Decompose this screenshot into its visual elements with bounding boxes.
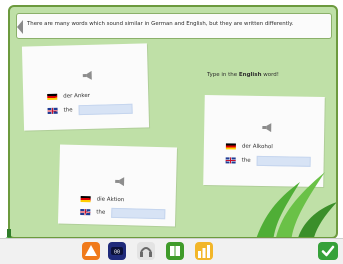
check-button[interactable] [318,242,338,260]
type-english-prompt: Type in the English word! [207,72,279,78]
clock-button[interactable]: 00 [108,242,126,260]
warning-button[interactable] [82,242,100,260]
german-flag-icon [47,93,58,101]
word-card-anker: der Anker the [21,43,150,131]
english-row: the [47,103,133,116]
answer-input[interactable] [78,103,133,116]
prompt-after: word! [261,72,279,78]
answer-input[interactable] [111,207,166,220]
instruction-text: There are many words which sound similar… [27,21,294,27]
chart-button[interactable] [195,242,213,260]
german-word: der Alkohol [241,143,273,151]
english-row: the [225,155,311,167]
headphones-button[interactable] [137,242,155,260]
english-prefix: the [63,107,73,114]
svg-text:00: 00 [114,249,120,255]
exercise-board: There are many words which sound similar… [8,5,338,239]
app-root: There are many words which sound similar… [0,0,343,264]
headphones-icon [140,247,152,257]
uk-flag-icon [47,107,58,114]
english-prefix: the [96,209,106,216]
speaker-icon[interactable] [262,123,274,133]
book-button[interactable] [166,242,184,260]
speaker-icon[interactable] [115,177,127,187]
grass-decoration [256,172,336,237]
bottom-toolbar: 00 [0,238,343,264]
german-row: der Alkohol [225,143,273,151]
book-icon [170,246,180,256]
prompt-bold: English [238,72,262,78]
clock-icon: 00 [111,247,123,255]
german-word: der Anker [63,92,91,100]
word-card-aktion: die Aktion the [57,144,178,227]
speaker-icon[interactable] [82,70,95,80]
german-word: die Aktion [96,196,125,204]
check-icon [321,245,335,257]
uk-flag-icon [225,157,236,164]
german-flag-icon [80,196,91,203]
english-row: the [80,207,166,220]
warning-icon [85,245,97,256]
german-row: der Anker [47,92,91,101]
german-flag-icon [225,143,236,150]
english-prefix: the [241,157,251,164]
uk-flag-icon [80,209,91,216]
prompt-before: Type in the [207,72,239,78]
chevron-left-icon[interactable] [17,20,23,34]
instruction-bar: There are many words which sound similar… [16,13,332,39]
chart-icon [198,245,210,258]
german-row: die Aktion [80,196,125,204]
answer-input[interactable] [256,155,311,167]
